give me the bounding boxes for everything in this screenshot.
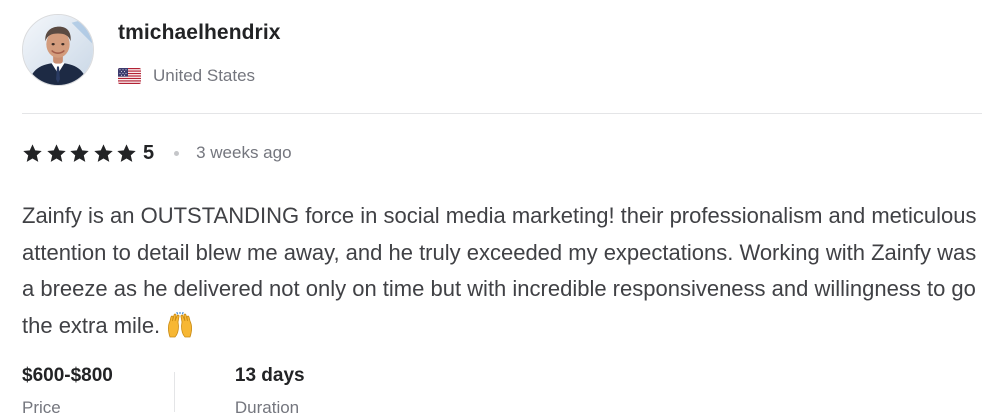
- star-icon: [117, 143, 137, 162]
- reviewer-header: tmichaelhendrix United States: [22, 14, 982, 94]
- meta-divider: [173, 372, 175, 412]
- reviewer-country-row: United States: [118, 66, 281, 86]
- reviewer-username[interactable]: tmichaelhendrix: [118, 20, 281, 46]
- star-icon: [94, 143, 113, 162]
- star-icon: [70, 143, 89, 162]
- review-card: tmichaelhendrix United States 5 3 weeks …: [22, 14, 982, 417]
- review-meta: $600-$800 Price 13 days Duration: [22, 364, 305, 418]
- review-text: Zainfy is an OUTSTANDING force in social…: [22, 198, 982, 344]
- duration-block: 13 days Duration: [235, 364, 305, 418]
- raising-hands-emoji-icon: [166, 311, 194, 338]
- star-icon: [46, 143, 66, 162]
- reviewer-info: tmichaelhendrix United States: [118, 14, 281, 86]
- us-flag-icon: [118, 68, 141, 84]
- review-text-body: Zainfy is an OUTSTANDING force in social…: [22, 203, 977, 338]
- reviewer-avatar[interactable]: [22, 14, 94, 86]
- separator-dot: [174, 150, 180, 156]
- star-rating: [22, 143, 140, 164]
- duration-label: Duration: [234, 398, 300, 417]
- duration-value: 13 days: [234, 365, 305, 386]
- review-time-ago: 3 weeks ago: [196, 143, 292, 162]
- price-block: $600-$800 Price: [22, 364, 113, 418]
- rating-row: 5 3 weeks ago: [22, 140, 292, 166]
- header-divider: [22, 113, 982, 114]
- rating-value: 5: [142, 141, 155, 164]
- reviewer-country: United States: [153, 66, 256, 85]
- star-icon: [23, 143, 42, 162]
- price-label: Price: [22, 398, 61, 417]
- avatar-photo-icon: [23, 15, 93, 85]
- price-value: $600-$800: [22, 365, 113, 386]
